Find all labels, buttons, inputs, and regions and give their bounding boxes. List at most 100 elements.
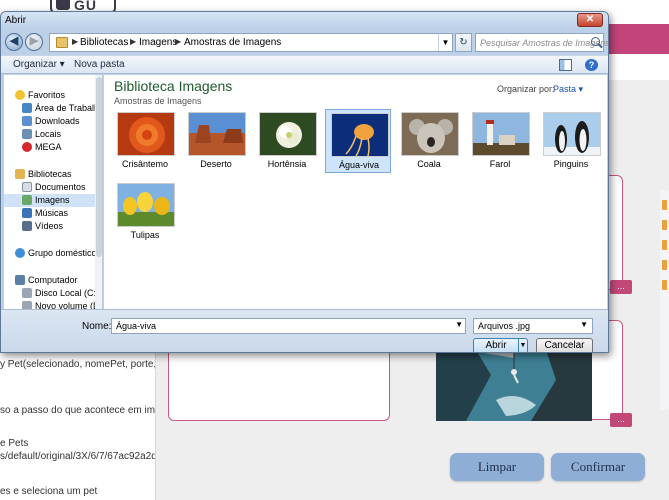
file-name: Tulipas: [130, 230, 160, 240]
file-type-select[interactable]: Arquivos .jpg ▼: [473, 318, 593, 334]
cancel-button[interactable]: Cancelar: [536, 338, 593, 352]
thumbnail-image: [188, 112, 246, 156]
nav-scrollbar[interactable]: [95, 75, 102, 309]
nav-item-downloads[interactable]: Downloads: [4, 115, 102, 128]
breadcrumb-item[interactable]: Imagens: [139, 37, 177, 48]
thumbnail-image: [331, 113, 389, 157]
pet-card-left: [168, 343, 390, 421]
thumbnail-image: [543, 112, 601, 156]
file-item-crisantemo[interactable]: Crisântemo: [112, 109, 178, 173]
card-tab[interactable]: ...: [610, 280, 632, 294]
file-item-farol[interactable]: Farol: [467, 109, 533, 173]
nav-item-music[interactable]: Músicas: [4, 207, 102, 220]
arrange-by-label: Organizar por:: [497, 84, 555, 94]
nav-computer[interactable]: Computador: [4, 274, 102, 287]
code-line: y Pet(selecionado, nomePet, porte, convi…: [0, 359, 155, 370]
file-name: Hortênsia: [267, 159, 307, 169]
file-name: Farol: [489, 159, 511, 169]
images-icon: [22, 195, 32, 205]
nav-libraries[interactable]: Bibliotecas: [4, 168, 102, 181]
drive-icon: [22, 301, 32, 309]
file-name: Pinguins: [553, 159, 589, 169]
filename-input[interactable]: Água-viva ▼: [111, 318, 466, 334]
open-split-arrow[interactable]: ▼: [518, 339, 527, 352]
close-button[interactable]: ✕: [577, 13, 603, 27]
dialog-footer: Nome: Água-viva ▼ Arquivos .jpg ▼ Abrir …: [1, 309, 608, 352]
library-icon: [15, 169, 25, 179]
address-row: ◀ ▶ ▶ Bibliotecas ▶ Imagens ▶ Amostras d…: [1, 30, 608, 54]
refresh-icon: ↻: [459, 37, 468, 48]
file-type-value: Arquivos .jpg: [478, 321, 531, 331]
organize-menu[interactable]: Organizar ▾: [13, 59, 65, 70]
nav-homegroup[interactable]: Grupo doméstico: [4, 247, 102, 260]
chevron-down-icon: ▼: [580, 320, 588, 329]
search-icon: [591, 37, 600, 46]
nav-favorites[interactable]: Favoritos: [4, 89, 102, 102]
thumbnail-image: [472, 112, 530, 156]
thumbnail-image: [117, 112, 175, 156]
navigation-pane: Favoritos Área de Trabalho Downloads Loc…: [4, 75, 103, 309]
address-dropdown[interactable]: ▼: [438, 34, 452, 51]
search-placeholder: Pesquisar Amostras de Imagens: [480, 38, 609, 48]
mega-icon: [22, 142, 32, 152]
pet-card-right-top: [608, 175, 623, 290]
help-icon[interactable]: ?: [585, 59, 598, 71]
documents-icon: [22, 182, 32, 192]
places-icon: [22, 129, 32, 139]
view-mode-icon[interactable]: [559, 59, 572, 71]
breadcrumb-item[interactable]: Bibliotecas: [80, 37, 128, 48]
library-subtitle: Amostras de Imagens: [114, 96, 202, 106]
clear-button[interactable]: Limpar: [450, 453, 544, 481]
file-item-pinguins[interactable]: Pinguins: [538, 109, 604, 173]
code-line: so a passo do que acontece em imagens:: [0, 405, 155, 416]
back-button[interactable]: ◀: [5, 33, 23, 51]
open-file-dialog: Abrir ✕ ◀ ▶ ▶ Bibliotecas ▶ Imagens ▶ Am…: [0, 11, 609, 353]
arrange-by-dropdown[interactable]: Pasta ▾: [553, 84, 583, 95]
music-icon: [22, 208, 32, 218]
nav-item-drive-d[interactable]: Novo volume (D:: [4, 300, 102, 309]
side-strip: [660, 190, 669, 410]
star-icon: [15, 90, 25, 100]
scrollbar-thumb[interactable]: [96, 77, 102, 257]
file-item-tulipas[interactable]: Tulipas: [112, 180, 178, 244]
open-button[interactable]: Abrir ▼: [473, 338, 528, 352]
nav-item-mega[interactable]: MEGA: [4, 141, 102, 154]
folder-icon: [56, 37, 68, 48]
file-item-coala[interactable]: Coala: [396, 109, 462, 173]
nav-item-places[interactable]: Locais: [4, 128, 102, 141]
search-input[interactable]: Pesquisar Amostras de Imagens: [475, 33, 608, 52]
nav-item-images[interactable]: Imagens: [4, 194, 102, 207]
file-name: Coala: [417, 159, 441, 169]
file-item-agua-viva[interactable]: Água-viva: [325, 109, 391, 173]
drive-icon: [22, 288, 32, 298]
breadcrumb-item[interactable]: Amostras de Imagens: [184, 37, 281, 48]
chevron-down-icon[interactable]: ▼: [455, 320, 463, 329]
thumbnail-image: [401, 112, 459, 156]
nav-item-videos[interactable]: Vídeos: [4, 220, 102, 233]
file-name: Crisântemo: [121, 159, 168, 169]
bungee-photo: [436, 350, 592, 421]
file-item-deserto[interactable]: Deserto: [183, 109, 249, 173]
filename-value: Água-viva: [116, 321, 157, 331]
nav-item-drive-c[interactable]: Disco Local (C:): [4, 287, 102, 300]
new-folder-button[interactable]: Nova pasta: [74, 59, 125, 70]
forward-arrow-icon: ▶: [29, 35, 39, 47]
address-bar[interactable]: ▶ Bibliotecas ▶ Imagens ▶ Amostras de Im…: [49, 33, 453, 52]
desktop-icon: [22, 103, 32, 113]
file-item-hortensia[interactable]: Hortênsia: [254, 109, 320, 173]
nav-item-desktop[interactable]: Área de Trabalho: [4, 102, 102, 115]
forward-button[interactable]: ▶: [25, 33, 43, 51]
header-accent-bar: [608, 24, 669, 54]
dialog-titlebar[interactable]: Abrir ✕: [1, 12, 608, 29]
nav-item-documents[interactable]: Documentos: [4, 181, 102, 194]
card-tab[interactable]: ...: [610, 413, 632, 427]
code-line: s/default/original/3X/6/7/67ac92a2d51904…: [0, 451, 155, 462]
dialog-title: Abrir: [5, 15, 27, 26]
refresh-button[interactable]: ↻: [455, 33, 472, 52]
homegroup-icon: [15, 248, 25, 258]
confirm-button[interactable]: Confirmar: [551, 453, 645, 481]
close-icon: ✕: [585, 14, 595, 25]
library-title: Biblioteca Imagens: [114, 78, 233, 94]
thumbnail-image: [259, 112, 317, 156]
open-button-label: Abrir: [485, 340, 507, 351]
